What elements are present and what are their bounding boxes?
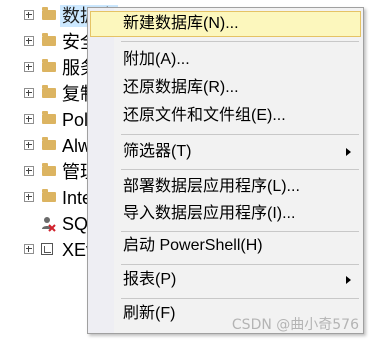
watermark: CSDN @曲小奇576 bbox=[231, 317, 359, 333]
tree-node-management[interactable]: 管理 bbox=[0, 159, 100, 185]
expand-icon[interactable] bbox=[24, 36, 34, 46]
folder-icon bbox=[42, 111, 56, 124]
menu-item-reports[interactable]: 报表(P) bbox=[90, 267, 361, 293]
folder-icon bbox=[42, 163, 56, 176]
expand-icon[interactable] bbox=[24, 10, 34, 20]
menu-item-label: 导入数据层应用程序(I)... bbox=[123, 205, 296, 222]
expand-icon[interactable] bbox=[24, 114, 34, 124]
folder-icon bbox=[42, 59, 56, 72]
expand-icon[interactable] bbox=[24, 62, 34, 72]
menu-separator bbox=[121, 231, 359, 232]
folder-icon bbox=[42, 189, 56, 202]
tree-node-always-on[interactable]: Alw bbox=[0, 133, 100, 159]
tree-node-databases[interactable]: 数据库 bbox=[0, 3, 118, 29]
tree-node-integration-services[interactable]: Inte bbox=[0, 185, 100, 211]
menu-item-deploy-data-tier[interactable]: 部署数据层应用程序(L)... bbox=[90, 174, 361, 200]
menu-separator bbox=[121, 298, 359, 299]
folder-icon bbox=[42, 7, 56, 20]
menu-separator bbox=[121, 264, 359, 265]
context-menu: 新建数据库(N)... 附加(A)... 还原数据库(R)... 还原文件和文件… bbox=[87, 7, 364, 334]
tree-node-sql-agent[interactable]: SQ bbox=[0, 211, 100, 237]
menu-item-label: 还原文件和文件组(E)... bbox=[123, 107, 286, 124]
submenu-arrow-icon bbox=[346, 276, 351, 284]
menu-item-new-database[interactable]: 新建数据库(N)... bbox=[90, 11, 361, 37]
menu-item-label: 附加(A)... bbox=[123, 51, 190, 68]
expand-icon[interactable] bbox=[24, 140, 34, 150]
expand-icon[interactable] bbox=[24, 244, 34, 254]
menu-item-restore-files[interactable]: 还原文件和文件组(E)... bbox=[90, 103, 361, 129]
folder-icon bbox=[42, 85, 56, 98]
menu-separator bbox=[121, 41, 359, 42]
menu-item-label: 刷新(F) bbox=[123, 305, 176, 322]
expand-icon[interactable] bbox=[24, 166, 34, 176]
tree-node-label: SQ bbox=[62, 214, 89, 234]
menu-item-attach[interactable]: 附加(A)... bbox=[90, 47, 361, 73]
submenu-arrow-icon bbox=[346, 148, 351, 156]
tree-node-xevent-profiler[interactable]: XEv bbox=[0, 237, 100, 263]
menu-item-label: 还原数据库(R)... bbox=[123, 79, 239, 96]
menu-separator bbox=[121, 134, 359, 135]
sql-agent-icon bbox=[42, 217, 56, 232]
menu-item-label: 部署数据层应用程序(L)... bbox=[123, 178, 300, 195]
menu-item-filter[interactable]: 筛选器(T) bbox=[90, 139, 361, 165]
menu-item-label: 启动 PowerShell(H) bbox=[123, 237, 263, 254]
tree-node-polybase[interactable]: Pol bbox=[0, 107, 100, 133]
tree-node-replication[interactable]: 复制 bbox=[0, 81, 100, 107]
menu-item-restore-database[interactable]: 还原数据库(R)... bbox=[90, 75, 361, 101]
menu-separator bbox=[121, 169, 359, 170]
menu-item-label: 报表(P) bbox=[123, 271, 177, 288]
menu-item-label: 新建数据库(N)... bbox=[123, 15, 239, 32]
tree-node-security[interactable]: 安全 bbox=[0, 29, 100, 55]
folder-icon bbox=[42, 33, 56, 46]
folder-icon bbox=[42, 137, 56, 150]
tree-node-server-objects[interactable]: 服务 bbox=[0, 55, 100, 81]
menu-item-import-data-tier[interactable]: 导入数据层应用程序(I)... bbox=[90, 201, 361, 227]
menu-item-start-powershell[interactable]: 启动 PowerShell(H) bbox=[90, 233, 361, 259]
menu-item-label: 筛选器(T) bbox=[123, 143, 192, 160]
expand-icon[interactable] bbox=[24, 88, 34, 98]
xevent-profiler-icon bbox=[41, 243, 53, 255]
tree-node-label: Pol bbox=[62, 110, 89, 130]
expand-icon[interactable] bbox=[24, 192, 34, 202]
